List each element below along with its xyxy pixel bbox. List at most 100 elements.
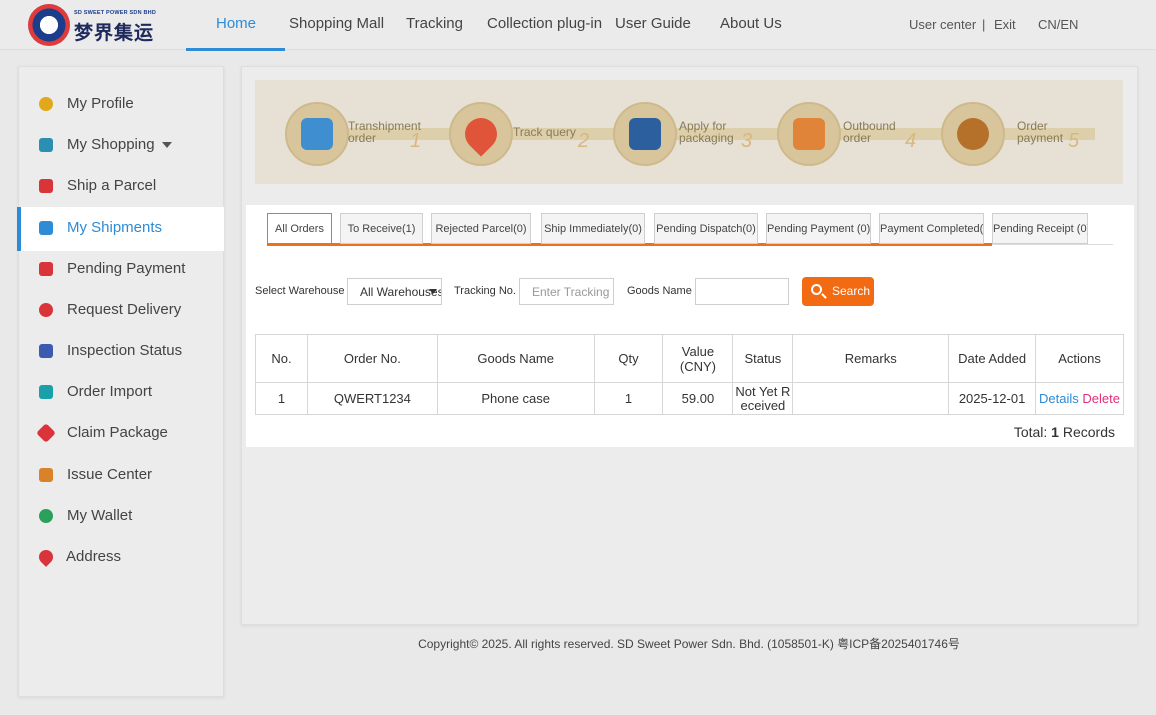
exit-link[interactable]: Exit [994,17,1016,32]
col-header-actions: Actions [1035,334,1124,383]
nav-home[interactable]: Home [216,15,256,32]
step-5-label: Order payment [1017,120,1097,144]
total-records: Total: 1 Records [1014,424,1115,440]
sidebar-item-my-shipments[interactable]: My Shipments [17,207,224,251]
sidebar-item-label: My Shopping [67,136,155,153]
tab-rejected-parcel[interactable]: Rejected Parcel(0) [431,213,531,244]
nav-about-us[interactable]: About Us [720,15,782,32]
language-toggle[interactable]: CN/EN [1038,17,1078,32]
col-header-order-no: Order No. [306,334,438,383]
tracking-input[interactable]: Enter Tracking No. [519,278,614,305]
col-header-value: Value (CNY) [662,334,734,383]
nav-shopping-mall[interactable]: Shopping Mall [289,15,384,32]
table-header-row: No. Order No. Goods Name Qty Value (CNY)… [255,334,1124,383]
step-4-circle [777,102,841,166]
total-count: 1 [1051,424,1059,440]
sidebar-item-pending-payment[interactable]: Pending Payment [19,248,225,292]
wallet-icon [39,509,53,523]
claim-icon [36,423,56,443]
sidebar-item-ship-a-parcel[interactable]: Ship a Parcel [19,165,225,209]
header-separator: | [982,17,986,32]
col-header-goods-name: Goods Name [436,334,595,383]
cell-remarks [792,382,950,415]
orders-table: No. Order No. Goods Name Qty Value (CNY)… [255,334,1124,415]
cell-qty: 1 [593,382,664,415]
tab-to-receive[interactable]: To Receive(1) [340,213,423,244]
brand-name-small: SD SWEET POWER SDN BHD [74,10,157,16]
shopping-icon [39,138,53,152]
tab-pending-dispatch[interactable]: Pending Dispatch(0) [654,213,758,244]
goods-name-input[interactable] [695,278,789,305]
user-center-link[interactable]: User center [909,17,976,32]
col-header-qty: Qty [593,334,664,383]
chevron-down-icon [429,289,437,294]
sidebar-item-label: Request Delivery [67,301,182,318]
search-button[interactable]: Search [802,277,874,306]
details-link[interactable]: Details [1039,391,1079,406]
money-bag-icon [957,118,989,150]
step-5-label-line2: payment [1017,131,1064,145]
top-header: SD SWEET POWER SDN BHD 梦界集运 Home Shoppin… [0,0,1156,51]
sidebar-item-claim-package[interactable]: Claim Package [19,412,225,456]
warehouse-select[interactable]: All Warehouses [347,278,442,305]
sidebar-item-label: Pending Payment [67,260,186,277]
nav-user-guide[interactable]: User Guide [615,15,691,32]
warehouse-label: Select Warehouse [255,285,345,297]
import-icon [39,385,53,399]
step-5-circle [941,102,1005,166]
sidebar-item-my-shopping[interactable]: My Shopping [19,124,225,168]
chevron-down-icon [162,142,172,148]
sidebar-item-order-import[interactable]: Order Import [19,371,225,415]
delivery-icon [39,303,53,317]
nav-tracking[interactable]: Tracking [406,15,463,32]
nav-collection-plugin[interactable]: Collection plug-in [487,15,602,32]
step-1-number: 1 [410,130,422,152]
cell-value: 59.00 [662,382,734,415]
user-icon [39,97,53,111]
sidebar-item-issue-center[interactable]: Issue Center [19,454,225,498]
col-header-remarks: Remarks [792,334,950,383]
step-4-number: 4 [905,130,917,152]
sidebar-item-my-wallet[interactable]: My Wallet [19,495,225,539]
map-pin-icon [458,111,504,157]
parcel-icon [39,179,53,193]
total-prefix: Total: [1013,424,1048,440]
sidebar-item-label: Address [66,548,122,565]
delete-link[interactable]: Delete [1082,391,1120,406]
search-icon [811,284,822,295]
tab-ship-immediately[interactable]: Ship Immediately(0) [541,213,645,244]
tracking-label: Tracking No. [454,285,516,297]
orders-content: All Orders To Receive(1) Rejected Parcel… [246,205,1134,447]
brand-logo[interactable]: SD SWEET POWER SDN BHD 梦界集运 [28,4,178,46]
table-row: 1 QWERT1234 Phone case 1 59.00 Not Yet R… [255,382,1124,415]
goods-name-label: Goods Name [627,285,692,297]
issue-icon [39,468,53,482]
brand-name-cn: 梦界集运 [74,22,155,44]
process-steps-banner: Transhipment order 1 Track query 2 Apply… [255,80,1123,184]
tab-payment-completed[interactable]: Payment Completed(0) [879,213,984,244]
step-3-number: 3 [741,130,753,152]
outbound-icon [793,118,825,150]
sidebar-item-address[interactable]: Address [19,536,225,580]
col-header-date-added: Date Added [948,334,1037,383]
sidebar-item-label: Claim Package [67,424,168,441]
cube-icon [39,221,53,235]
sidebar-item-request-delivery[interactable]: Request Delivery [19,289,225,333]
sidebar-item-label: My Profile [67,95,134,112]
sidebar-item-label: My Wallet [67,507,133,524]
sidebar-item-my-profile[interactable]: My Profile [19,83,225,127]
cell-no: 1 [255,382,308,415]
tab-pending-payment[interactable]: Pending Payment (0) [766,213,871,244]
location-icon [36,547,56,567]
inspection-icon [39,344,53,358]
copyright-footer: Copyright© 2025. All rights reserved. SD… [418,637,960,651]
sidebar-item-inspection-status[interactable]: Inspection Status [19,330,225,374]
tab-pending-receipt[interactable]: Pending Receipt (0) [992,213,1088,244]
col-header-status: Status [732,334,794,383]
tab-all-orders[interactable]: All Orders [267,213,332,244]
sidebar-item-label: Ship a Parcel [67,177,157,194]
col-header-no: No. [255,334,308,383]
cell-goods-name: Phone case [436,382,595,415]
step-2-circle [449,102,513,166]
step-3-circle [613,102,677,166]
